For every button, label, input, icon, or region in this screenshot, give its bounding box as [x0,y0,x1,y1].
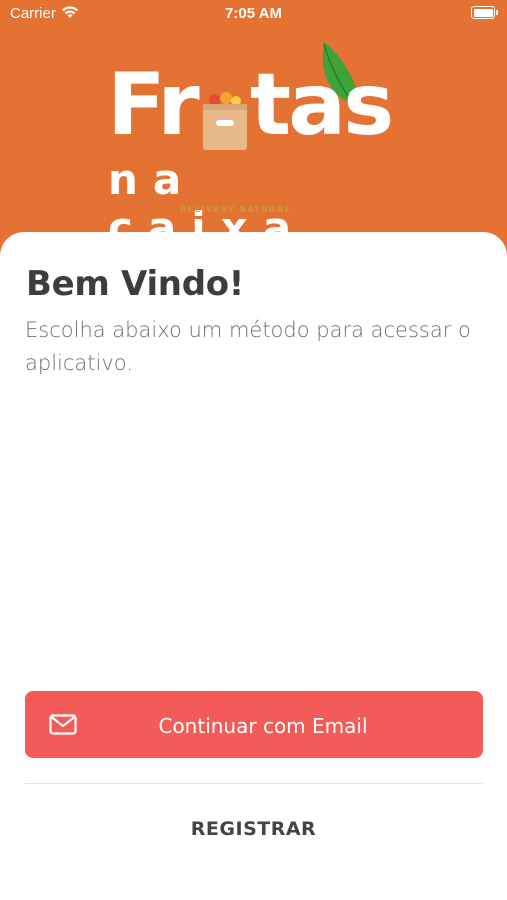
app-logo: Fr tas na caixa DELIVERY NATURAL [100,40,410,252]
register-button[interactable]: REGISTRAR [0,818,507,840]
fruit-box-icon [203,92,247,150]
divider [25,783,483,784]
page-title: Bem Vindo! [26,264,245,304]
status-time: 7:05 AM [225,5,282,22]
battery-icon [471,6,498,19]
logo-tagline: DELIVERY NATURAL [180,205,292,214]
logo-text-rest: tas [250,55,394,155]
page-subtitle: Escolha abaixo um método para acessar o … [25,318,471,375]
header-banner: Carrier 7:05 AM Fr tas na caixa DELIVERY… [0,0,507,262]
email-button-label: Continuar com Email [158,714,368,738]
continue-with-email-button[interactable]: Continuar com Email [25,691,483,758]
logo-text-first: Fr [107,55,200,155]
status-bar: Carrier 7:05 AM [0,0,507,28]
